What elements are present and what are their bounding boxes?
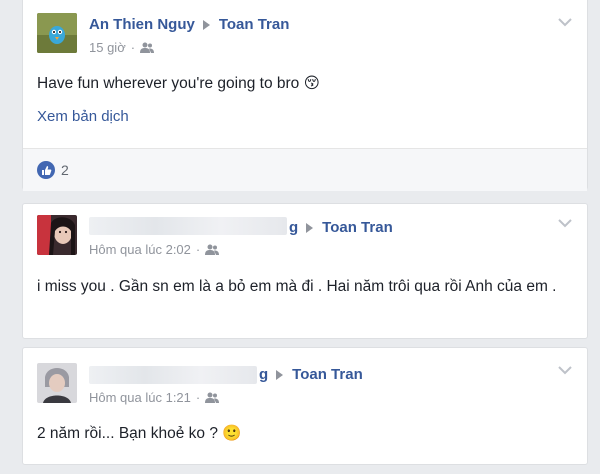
friends-icon[interactable] xyxy=(140,42,155,53)
person-photo-icon xyxy=(37,363,77,403)
timestamp[interactable]: 15 giờ xyxy=(89,40,126,55)
post-meta: Hôm qua lúc 1:21 · xyxy=(89,390,220,405)
author-name-fragment[interactable]: g xyxy=(289,219,298,236)
like-icon[interactable] xyxy=(37,161,55,179)
post-text: Have fun wherever you're going to bro 😚 xyxy=(37,75,320,92)
reactions-bar: 2 xyxy=(23,148,587,191)
post-meta: 15 giờ · xyxy=(89,40,155,55)
author-avatar[interactable] xyxy=(37,13,77,53)
post-card-3: g Toan Tran Hôm qua lúc 1:21 · 2 năm rồi… xyxy=(22,347,588,465)
target-name[interactable]: Toan Tran xyxy=(322,219,393,236)
post-text: 2 năm rồi... Bạn khoẻ ko ? 🙂 xyxy=(37,425,242,442)
chevron-down-icon[interactable] xyxy=(557,16,573,28)
arrow-right-icon xyxy=(276,369,284,380)
friends-icon[interactable] xyxy=(205,244,220,255)
arrow-right-icon xyxy=(306,222,314,233)
chevron-down-icon[interactable] xyxy=(557,217,573,229)
timestamp[interactable]: Hôm qua lúc 1:21 xyxy=(89,390,191,405)
target-name[interactable]: Toan Tran xyxy=(292,366,363,383)
translate-link[interactable]: Xem bản dịch xyxy=(37,108,129,125)
friends-icon[interactable] xyxy=(205,392,220,403)
author-name[interactable]: An Thien Nguy xyxy=(89,16,195,33)
post-text: i miss you . Gần sn em là a bỏ em mà đi … xyxy=(37,278,557,295)
post-card-1: An Thien Nguy Toan Tran 15 giờ · Have fu… xyxy=(22,0,588,191)
post-card-2: g Toan Tran Hôm qua lúc 2:02 · i miss yo… xyxy=(22,203,588,339)
person-photo-icon xyxy=(37,215,77,255)
like-count[interactable]: 2 xyxy=(61,162,69,178)
target-name[interactable]: Toan Tran xyxy=(219,16,290,33)
chevron-down-icon[interactable] xyxy=(557,364,573,376)
arrow-right-icon xyxy=(202,19,210,30)
author-line: g Toan Tran xyxy=(259,366,363,383)
author-name-redacted xyxy=(89,217,287,235)
post-meta: Hôm qua lúc 2:02 · xyxy=(89,242,220,257)
author-avatar[interactable] xyxy=(37,363,77,403)
author-avatar[interactable] xyxy=(37,215,77,255)
author-name-fragment[interactable]: g xyxy=(259,366,268,383)
author-name-redacted xyxy=(89,366,257,384)
author-line: An Thien Nguy Toan Tran xyxy=(89,16,289,33)
author-line: g Toan Tran xyxy=(289,219,393,236)
timestamp[interactable]: Hôm qua lúc 2:02 xyxy=(89,242,191,257)
bird-avatar-icon xyxy=(37,13,77,53)
